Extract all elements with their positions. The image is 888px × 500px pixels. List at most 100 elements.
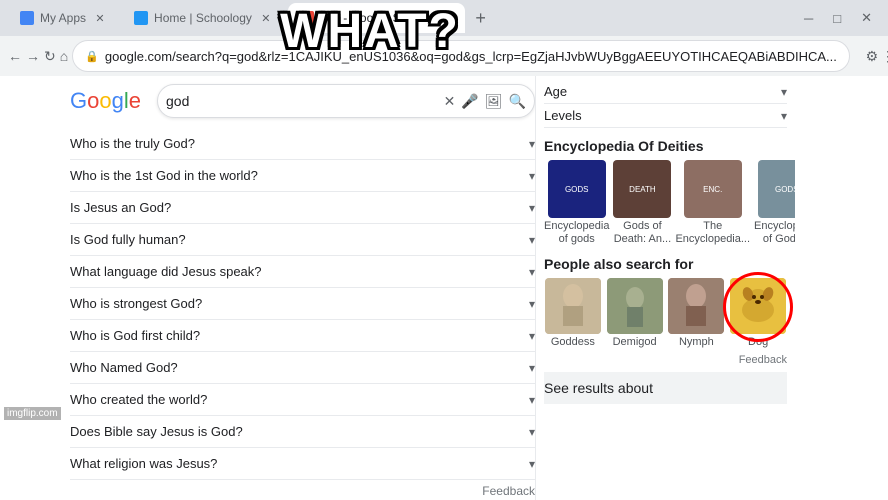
maximize-button[interactable]: □ [825,11,849,26]
tab-bar: My Apps ✕ Home | Schoology ✕ god - Googl… [0,0,888,36]
faq-text-6: Who is God first child? [70,328,200,343]
faq-item-8[interactable]: Who created the world? ▾ [70,384,535,416]
search-submit-icon[interactable]: 🔍 [509,93,526,110]
tab-label-google: god - Google Search [320,11,431,25]
right-panel: Age ▾ Levels ▾ Encyclopedia Of Deities G… [535,76,795,500]
tab-close-google[interactable]: ✕ [437,10,453,26]
faq-item-1[interactable]: Who is the 1st God in the world? ▾ [70,160,535,192]
tab-schoology[interactable]: Home | Schoology ✕ [122,3,286,33]
filter-age-chevron: ▾ [781,85,787,99]
tab-google-search[interactable]: god - Google Search ✕ [288,3,465,33]
encyclopedia-item-1[interactable]: DEATH Gods of Death: An... [613,160,671,246]
encyclopedia-thumb-3: GODS [758,160,795,218]
people-caption-demigod: Demigod [613,336,657,349]
address-bar-row: ← → ↻ ⌂ 🔒 google.com/search?q=god&rlz=1C… [0,36,888,76]
people-thumb-dog [730,278,786,334]
browser-frame: My Apps ✕ Home | Schoology ✕ god - Googl… [0,0,888,500]
search-query: god [166,93,438,109]
people-thumb-demigod [607,278,663,334]
lock-icon: 🔒 [85,50,99,63]
url-text: google.com/search?q=god&rlz=1CAJIKU_enUS… [105,49,837,64]
image-search-icon[interactable]: 🖼 [485,93,503,110]
voice-search-icon[interactable]: 🎤 [461,93,478,110]
google-logo[interactable]: Google [70,88,141,114]
faq-item-9[interactable]: Does Bible say Jesus is God? ▾ [70,416,535,448]
people-caption-goddess: Goddess [551,336,595,349]
forward-button[interactable]: → [26,42,40,70]
see-results-section: See results about [544,372,787,404]
see-results-label: See results about [544,380,653,396]
people-search-grid: Goddess Demigod [544,278,787,349]
people-search-section-title: People also search for [544,256,787,272]
faq-item-6[interactable]: Who is God first child? ▾ [70,320,535,352]
people-item-goddess[interactable]: Goddess [544,278,602,349]
left-panel: Google god ✕ 🎤 🖼 🔍 Who is the truly God? [0,76,535,500]
faq-item-4[interactable]: What language did Jesus speak? ▾ [70,256,535,288]
faq-text-1: Who is the 1st God in the world? [70,168,258,183]
filter-levels-chevron: ▾ [781,109,787,123]
faq-text-5: Who is strongest God? [70,296,202,311]
tab-close-schoology[interactable]: ✕ [258,10,274,26]
search-box[interactable]: god ✕ 🎤 🖼 🔍 [157,84,535,118]
encyclopedia-item-2[interactable]: ENC. The Encyclopedia... [675,160,750,246]
faq-text-8: Who created the world? [70,392,207,407]
filter-levels[interactable]: Levels ▾ [544,104,787,128]
people-item-dog[interactable]: Dog [729,278,787,349]
faq-item-5[interactable]: Who is strongest God? ▾ [70,288,535,320]
encyclopedia-caption-3: Encyclopedia of Gods... [754,220,795,246]
people-item-demigod[interactable]: Demigod [606,278,664,349]
tab-label-myapps: My Apps [40,11,86,25]
encyclopedia-thumb-2: ENC. [684,160,742,218]
tab-favicon-myapps [20,11,34,25]
faq-text-9: Does Bible say Jesus is God? [70,424,243,439]
faq-item-0[interactable]: Who is the truly God? ▾ [70,128,535,160]
people-caption-dog: Dog [748,336,768,349]
encyclopedia-section-title: Encyclopedia Of Deities [544,138,787,154]
minimize-button[interactable]: ─ [796,11,821,26]
close-button[interactable]: ✕ [853,10,880,26]
back-button[interactable]: ← [8,42,22,70]
tab-myapps[interactable]: My Apps ✕ [8,3,120,33]
faq-item-2[interactable]: Is Jesus an God? ▾ [70,192,535,224]
faq-text-3: Is God fully human? [70,232,186,247]
encyclopedia-caption-1: Gods of Death: An... [613,220,671,246]
faq-feedback[interactable]: Feedback [70,480,535,500]
tab-label-schoology: Home | Schoology [154,11,252,25]
encyclopedia-image-grid: GODS Encyclopedia of gods DEATH Gods of … [544,160,787,246]
window-controls: ─ □ ✕ [796,10,880,26]
encyclopedia-thumb-0: GODS [548,160,606,218]
search-icons: ✕ 🎤 🖼 🔍 [444,93,526,110]
faq-text-0: Who is the truly God? [70,136,195,151]
imgflip-watermark: imgflip.com [4,407,61,420]
encyclopedia-thumb-1: DEATH [613,160,671,218]
address-bar[interactable]: 🔒 google.com/search?q=god&rlz=1CAJIKU_en… [72,40,850,72]
encyclopedia-caption-0: Encyclopedia of gods [544,220,609,246]
clear-search-icon[interactable]: ✕ [444,93,456,110]
home-button[interactable]: ⌂ [60,42,68,70]
faq-item-7[interactable]: Who Named God? ▾ [70,352,535,384]
encyclopedia-item-3[interactable]: GODS Encyclopedia of Gods... [754,160,795,246]
filter-levels-label: Levels [544,108,582,123]
people-item-nymph[interactable]: Nymph [668,278,726,349]
tab-favicon-google [300,11,314,25]
faq-list: Who is the truly God? ▾ Who is the 1st G… [70,128,535,500]
reload-button[interactable]: ↻ [44,42,56,70]
people-thumb-goddess [545,278,601,334]
people-thumb-nymph [668,278,724,334]
faq-text-2: Is Jesus an God? [70,200,171,215]
new-tab-button[interactable]: + [467,4,495,32]
right-feedback[interactable]: Feedback [544,354,787,366]
faq-item-3[interactable]: Is God fully human? ▾ [70,224,535,256]
faq-item-10[interactable]: What religion was Jesus? ▾ [70,448,535,480]
people-caption-nymph: Nymph [679,336,714,349]
faq-text-10: What religion was Jesus? [70,456,217,471]
page-content: Google god ✕ 🎤 🖼 🔍 Who is the truly God? [0,76,888,500]
tab-favicon-schoology [134,11,148,25]
faq-text-7: Who Named God? [70,360,178,375]
encyclopedia-item-0[interactable]: GODS Encyclopedia of gods [544,160,609,246]
filter-age[interactable]: Age ▾ [544,80,787,104]
faq-text-4: What language did Jesus speak? [70,264,262,279]
filter-age-label: Age [544,84,567,99]
toolbar-icons: ⚙ ⋮⋮⋮ Sign in [858,42,888,70]
tab-close-myapps[interactable]: ✕ [92,10,108,26]
